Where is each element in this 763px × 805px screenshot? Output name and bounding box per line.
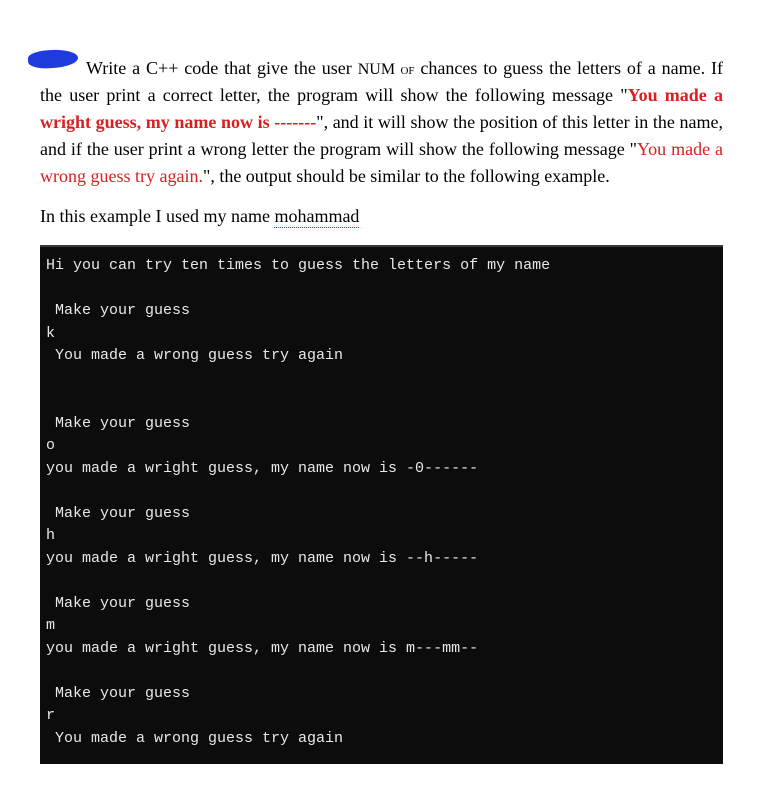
q-pre: Write a C++ code that give the user <box>86 58 358 78</box>
q-num: NUM of <box>358 61 415 78</box>
terminal-line <box>40 278 723 301</box>
terminal-line: You made a wrong guess try again <box>40 345 723 368</box>
terminal-line: you made a wright guess, my name now is … <box>40 458 723 481</box>
question-text: Write a C++ code that give the user NUM … <box>40 55 723 190</box>
example-name: mohammad <box>274 206 359 228</box>
terminal-line: Make your guess <box>40 683 723 706</box>
terminal-line: Hi you can try ten times to guess the le… <box>40 255 723 278</box>
terminal-line <box>40 660 723 683</box>
terminal-line: m <box>40 615 723 638</box>
terminal-line: r <box>40 705 723 728</box>
terminal-line: Make your guess <box>40 593 723 616</box>
terminal-line <box>40 480 723 503</box>
terminal-line: you made a wright guess, my name now is … <box>40 638 723 661</box>
terminal-line: Make your guess <box>40 300 723 323</box>
example-intro: In this example I used my name mohammad <box>40 206 723 227</box>
terminal-line <box>40 390 723 413</box>
terminal-line <box>40 368 723 391</box>
terminal-line: Make your guess <box>40 503 723 526</box>
terminal-line: You made a wrong guess try again <box>40 728 723 751</box>
terminal-line: you made a wright guess, my name now is … <box>40 548 723 571</box>
terminal-output: Hi you can try ten times to guess the le… <box>40 245 723 764</box>
terminal-line: h <box>40 525 723 548</box>
terminal-line: o <box>40 435 723 458</box>
terminal-line: k <box>40 323 723 346</box>
q-after-wrong: ", the output should be similar to the f… <box>203 166 610 186</box>
example-intro-pre: In this example I used my name <box>40 206 274 226</box>
terminal-line <box>40 570 723 593</box>
terminal-line: Make your guess <box>40 413 723 436</box>
question-paragraph: Write a C++ code that give the user NUM … <box>40 55 723 190</box>
